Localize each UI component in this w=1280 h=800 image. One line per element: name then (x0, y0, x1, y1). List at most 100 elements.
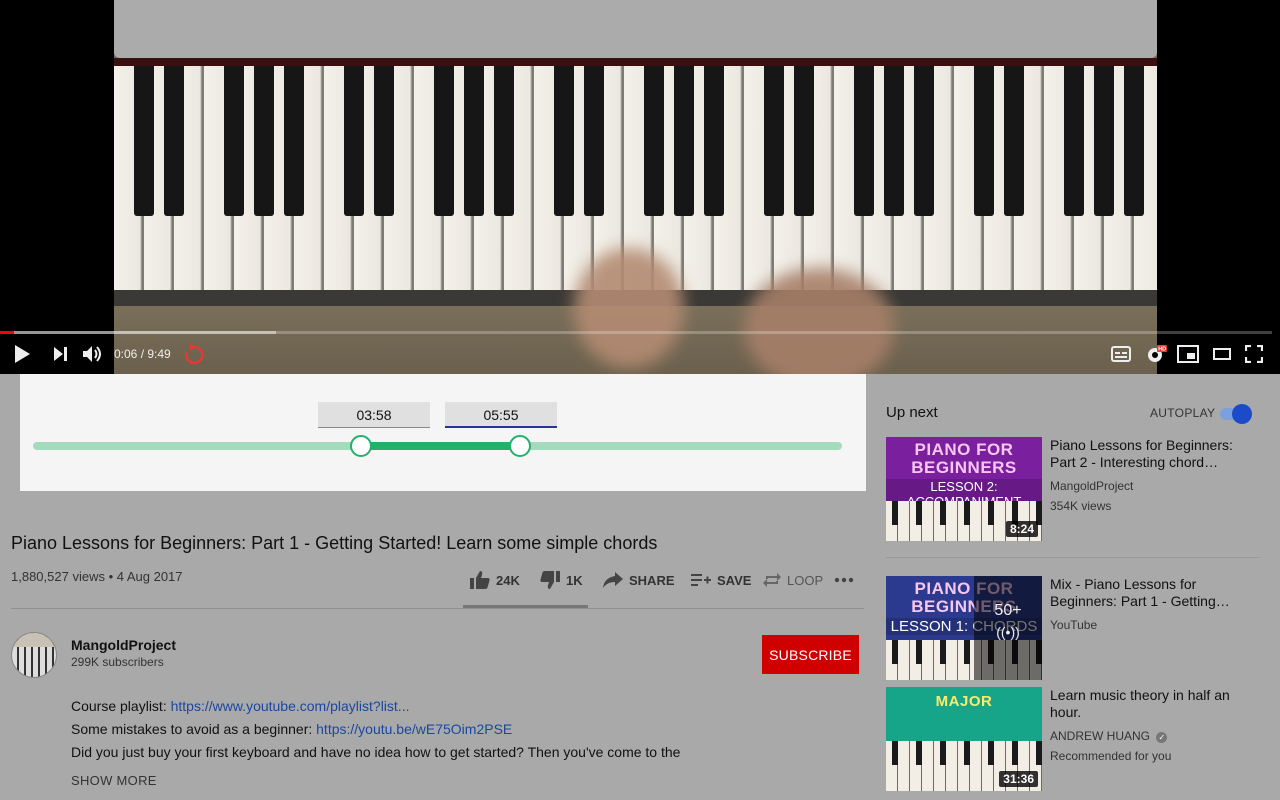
dislike-count: 1K (566, 572, 583, 588)
piano-black-keys (114, 66, 1157, 216)
black-key (674, 66, 694, 216)
theater-button[interactable] (1210, 340, 1234, 368)
broadcast-icon: ((•)) (996, 624, 1020, 640)
channel-name-text: ANDREW HUANG (1050, 729, 1151, 743)
video-duration: 31:36 (999, 771, 1038, 787)
description-line: Did you just buy your first keyboard and… (71, 744, 681, 760)
settings-button[interactable]: HD (1142, 340, 1170, 368)
video-thumbnail[interactable]: MAJOR 31:36 (886, 687, 1042, 791)
progress-bar[interactable] (0, 331, 1272, 334)
black-key (1094, 66, 1114, 216)
thumbs-down-icon (540, 571, 560, 589)
divider (886, 557, 1260, 558)
piano-lid (114, 0, 1157, 58)
play-icon (15, 345, 30, 363)
black-key (764, 66, 784, 216)
description-line: Course playlist: https://www.youtube.com… (71, 698, 409, 714)
playlist-add-icon (691, 574, 711, 586)
thumbnail-title: PIANO FOR BEGINNERS (911, 440, 1017, 477)
loop-reload-icon (185, 343, 204, 365)
black-key (164, 66, 184, 216)
video-player[interactable]: 0:06 / 9:49 HD (0, 0, 1280, 374)
next-button[interactable] (46, 340, 74, 368)
video-title: Piano Lessons for Beginners: Part 1 - Ge… (11, 533, 658, 553)
up-next-label: Up next (886, 404, 938, 421)
recommended-mix[interactable]: PIANO FOR BEGINNERS LESSON 1: CHORDS 50+… (886, 576, 1266, 680)
video-duration: 8:24 (1005, 521, 1038, 537)
video-frame[interactable] (114, 0, 1157, 374)
divider (11, 608, 864, 609)
replay-button[interactable] (182, 340, 206, 368)
loop-end-handle[interactable] (509, 435, 532, 457)
miniplayer-icon (1177, 345, 1199, 363)
description-line: Some mistakes to avoid as a beginner: ht… (71, 721, 512, 737)
black-key (344, 66, 364, 216)
play-button[interactable] (8, 340, 36, 368)
thumbs-up-icon (470, 571, 490, 589)
subscriber-count: 299K subscribers (71, 655, 164, 669)
volume-button[interactable] (78, 340, 108, 368)
mix-count: 50+ (994, 602, 1022, 619)
recommended-channel: YouTube (1050, 618, 1098, 632)
theater-mode-icon (1213, 348, 1231, 360)
description-text: Some mistakes to avoid as a beginner: (71, 721, 317, 737)
black-key (854, 66, 874, 216)
dislike-button[interactable]: 1K (540, 568, 583, 592)
black-key (374, 66, 394, 216)
playlist-link[interactable]: https://www.youtube.com/playlist?list... (171, 698, 410, 714)
subtitles-icon (1111, 346, 1131, 362)
svg-text:HD: HD (1158, 347, 1166, 353)
loop-start-handle[interactable] (349, 435, 372, 457)
black-key (284, 66, 304, 216)
subtitles-button[interactable] (1108, 340, 1134, 368)
time-display: 0:06 / 9:49 (114, 347, 171, 361)
recommended-title[interactable]: Mix - Piano Lessons for Beginners: Part … (1050, 576, 1240, 610)
gear-icon: HD (1148, 345, 1167, 362)
black-key (464, 66, 484, 216)
loop-label: LOOP (787, 572, 824, 588)
video-thumbnail[interactable]: PIANO FOR BEGINNERS LESSON 1: CHORDS 50+… (886, 576, 1042, 680)
channel-name[interactable]: MangoldProject (71, 637, 176, 653)
show-more-button[interactable]: SHOW MORE (71, 773, 157, 788)
video-thumbnail[interactable]: PIANO FOR BEGINNERS LESSON 2: ACCOMPANIM… (886, 437, 1042, 541)
share-button[interactable]: SHARE (603, 568, 675, 592)
fullscreen-button[interactable] (1242, 340, 1266, 368)
black-key (704, 66, 724, 216)
progress-played (0, 331, 14, 334)
recommended-channel: MangoldProject (1050, 479, 1134, 493)
autoplay-toggle[interactable] (1220, 404, 1252, 424)
subscribe-button[interactable]: SUBSCRIBE (762, 635, 859, 674)
black-key (494, 66, 514, 216)
more-actions-button[interactable] (834, 568, 854, 592)
recommended-channel: ANDREW HUANG ✓ (1050, 726, 1168, 746)
repeat-icon (763, 573, 781, 587)
loop-start-time-field[interactable]: 03:58 (318, 402, 430, 428)
black-key (254, 66, 274, 216)
channel-avatar[interactable] (11, 632, 57, 678)
mistakes-video-link[interactable]: https://youtu.be/wE75Oim2PSE (316, 721, 512, 737)
verified-icon: ✓ (1156, 732, 1168, 743)
save-button[interactable]: SAVE (691, 568, 751, 592)
fullscreen-icon (1245, 345, 1263, 363)
black-key (794, 66, 814, 216)
like-button[interactable]: 24K (470, 568, 520, 592)
black-key (134, 66, 154, 216)
black-key (644, 66, 664, 216)
hand-left (574, 248, 684, 368)
progress-buffered (0, 331, 277, 334)
description-text: Course playlist: (71, 698, 171, 714)
black-key (1124, 66, 1144, 216)
volume-icon (83, 346, 101, 362)
recommended-title[interactable]: Piano Lessons for Beginners: Part 2 - In… (1050, 437, 1240, 471)
share-icon (603, 572, 623, 588)
loop-end-time-field[interactable]: 05:55 (445, 402, 557, 428)
recommended-views: 354K views (1050, 499, 1112, 513)
black-key (1064, 66, 1084, 216)
skip-next-icon (54, 347, 67, 361)
recommended-video[interactable]: PIANO FOR BEGINNERS LESSON 2: ACCOMPANIM… (886, 437, 1266, 541)
recommended-title[interactable]: Learn music theory in half an hour. (1050, 687, 1240, 721)
miniplayer-button[interactable] (1176, 340, 1200, 368)
black-key (974, 66, 994, 216)
loop-button[interactable]: LOOP (763, 568, 823, 592)
recommended-video[interactable]: MAJOR 31:36 Learn music theory in half a… (886, 687, 1266, 791)
